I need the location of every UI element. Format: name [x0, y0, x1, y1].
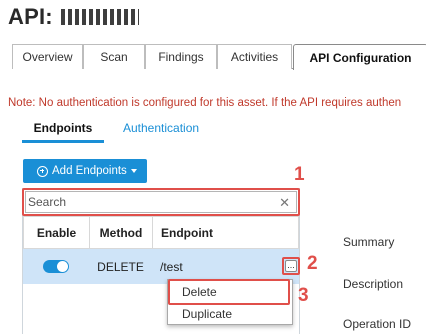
column-header-method[interactable]: Method	[89, 217, 152, 248]
page-title: API:	[8, 4, 140, 30]
tab-scan[interactable]: Scan	[83, 44, 145, 69]
column-header-endpoint[interactable]: Endpoint	[152, 217, 299, 248]
annotation-number-2: 2	[307, 253, 318, 274]
add-endpoints-label: Add Endpoints	[52, 165, 127, 177]
subtab-authentication[interactable]: Authentication	[123, 121, 199, 135]
add-endpoints-button[interactable]: Add Endpoints	[23, 159, 147, 183]
menu-item-duplicate[interactable]: Duplicate	[168, 304, 292, 324]
tab-activities[interactable]: Activities	[217, 44, 292, 69]
table-header: Enable Method Endpoint	[23, 216, 299, 249]
page-title-prefix: API:	[8, 4, 53, 29]
annotation-box-delete	[168, 279, 290, 305]
annotation-box-more	[282, 257, 300, 275]
toggle-knob	[57, 261, 68, 272]
plus-circle-icon	[37, 165, 48, 177]
endpoint-details-panel: Summary Description Operation ID	[300, 188, 426, 334]
enable-toggle[interactable]	[43, 260, 69, 273]
annotation-box-search	[22, 188, 300, 216]
annotation-number-1: 1	[294, 164, 305, 185]
details-label-description: Description	[343, 277, 404, 291]
tab-api-configuration[interactable]: API Configuration	[293, 44, 426, 70]
tab-findings[interactable]: Findings	[145, 44, 217, 69]
caret-down-icon	[130, 169, 137, 173]
redacted-asset-name	[61, 9, 140, 25]
tab-overview[interactable]: Overview	[12, 44, 83, 69]
details-label-operation-id: Operation ID	[343, 317, 412, 331]
annotation-number-3: 3	[298, 285, 309, 306]
main-tabs: Overview Scan Findings Activities API Co…	[12, 44, 426, 70]
enable-cell	[23, 249, 89, 284]
method-cell: DELETE	[97, 259, 144, 274]
subtab-endpoints[interactable]: Endpoints	[22, 121, 104, 143]
column-header-enable[interactable]: Enable	[23, 217, 89, 248]
details-label-summary: Summary	[343, 235, 395, 249]
auth-warning-note: Note: No authentication is configured fo…	[8, 97, 402, 109]
